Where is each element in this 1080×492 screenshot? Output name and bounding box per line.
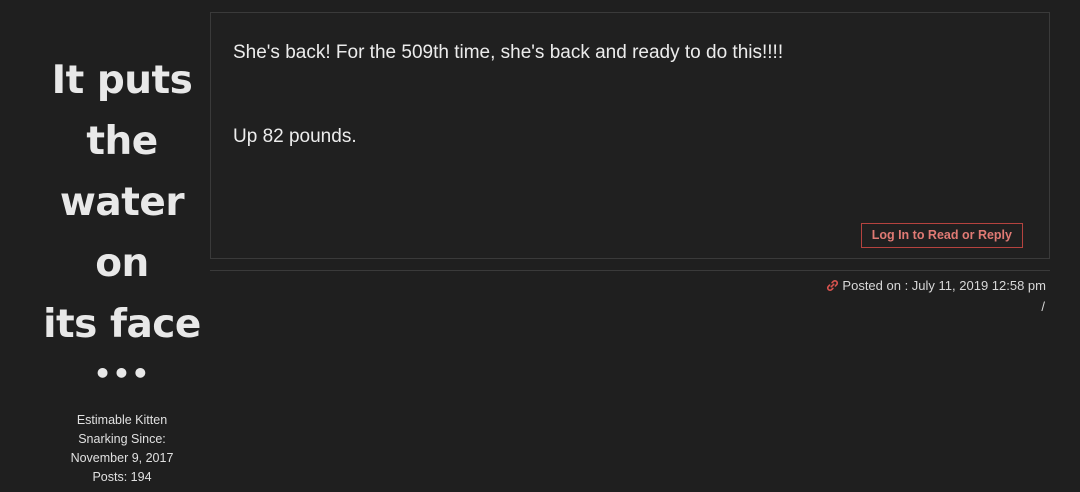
author-since-date: November 9, 2017 [70, 451, 174, 465]
author-column: It puts the water on its face ••• Estima… [30, 50, 214, 487]
author-name-line: the [86, 119, 158, 164]
post-content-box: She's back! For the 509th time, she's ba… [210, 12, 1050, 259]
login-to-reply-button[interactable]: Log In to Read or Reply [860, 223, 1023, 248]
post-meta: Posted on : July 11, 2019 12:58 pm [826, 278, 1046, 296]
author-name-line: its face [43, 302, 201, 347]
link-icon[interactable] [826, 279, 839, 296]
post-body: She's back! For the 509th time, she's ba… [233, 41, 1023, 149]
author-post-count: Posts: 194 [92, 470, 152, 484]
author-meta: Estimable Kitten Snarking Since: Novembe… [30, 411, 214, 487]
post-paragraph: She's back! For the 509th time, she's ba… [233, 42, 784, 63]
author-name-line: It puts [51, 58, 193, 103]
author-rank: Estimable Kitten [76, 413, 168, 427]
author-more-button[interactable]: ••• [30, 359, 214, 389]
posted-on-timestamp: Posted on : July 11, 2019 12:58 pm [842, 278, 1046, 293]
author-name-line: water on [59, 180, 185, 286]
author-since-label: Snarking Since: [78, 432, 166, 446]
post-paragraph: Up 82 pounds. [233, 126, 357, 147]
post-divider [210, 270, 1050, 271]
post-page: It puts the water on its face ••• Estima… [0, 0, 1080, 492]
meta-separator: / [1041, 299, 1045, 314]
